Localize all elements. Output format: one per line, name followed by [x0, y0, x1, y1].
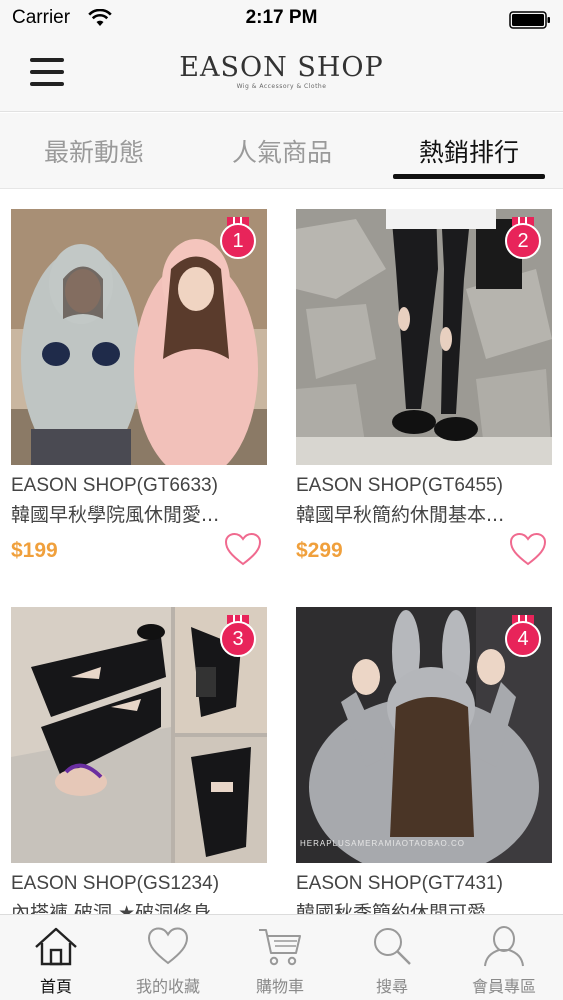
logo-title: EASON SHOP [179, 52, 384, 83]
bottom-tab-home[interactable]: 首頁 [0, 925, 112, 997]
bottom-tab-search[interactable]: 搜尋 [336, 925, 448, 997]
favorite-heart-icon[interactable] [508, 531, 548, 567]
product-card[interactable]: 2 EASON SHOP(GT6455) 韓國早秋簡約休閒基本... $299 [296, 209, 552, 566]
product-code: EASON SHOP(GT6633) [11, 475, 218, 496]
bottom-tab-label: 搜尋 [375, 977, 408, 996]
product-code: EASON SHOP(GS1234) [11, 873, 220, 894]
bottom-tab-favorites[interactable]: 我的收藏 [112, 925, 224, 997]
product-name: 韓國早秋簡約休閒基本... [296, 504, 505, 526]
rank-number: 1 [220, 223, 256, 259]
product-grid: 1 EASON SHOP(GT6633) 韓國早秋學院風休閒愛... $199 [0, 189, 563, 914]
cart-icon [259, 929, 301, 966]
rank-number: 2 [505, 223, 541, 259]
product-card[interactable]: 1 EASON SHOP(GT6633) 韓國早秋學院風休閒愛... $199 [11, 209, 267, 566]
product-image[interactable]: 1 [11, 209, 267, 465]
rank-number: 3 [220, 621, 256, 657]
product-card[interactable]: 3 EASON SHOP(GS1234) 內搭褲 破洞 ★破洞修身 [11, 607, 267, 914]
status-time: 2:17 PM [245, 7, 318, 28]
tab-popular[interactable]: 人氣商品 [188, 133, 376, 169]
tab-latest[interactable]: 最新動態 [0, 133, 188, 169]
product-image[interactable]: 4 HERAPLUSAMERAMIAOTAOBAO.CO [296, 607, 552, 863]
bottom-tab-label: 首頁 [39, 977, 72, 996]
bottom-tab-member[interactable]: 會員專區 [448, 925, 560, 997]
heart-icon [147, 927, 189, 965]
battery-icon [509, 11, 550, 29]
product-code: EASON SHOP(GT6455) [296, 475, 503, 496]
favorite-heart-icon[interactable] [223, 531, 263, 567]
product-card[interactable]: 4 HERAPLUSAMERAMIAOTAOBAO.CO EASON SHOP(… [296, 607, 552, 914]
product-name: 韓國秋季簡約休閒可愛 [296, 902, 487, 914]
search-icon [374, 928, 411, 965]
product-image[interactable]: 3 [11, 607, 267, 863]
logo: EASON SHOP Wig & Accessory & Clothe [0, 52, 563, 90]
bottom-tab-label: 我的收藏 [135, 977, 200, 996]
rank-badge: 4 [504, 615, 542, 659]
active-tab-indicator [393, 174, 545, 179]
category-tabs: 最新動態 人氣商品 熱銷排行 [0, 113, 563, 189]
rank-badge: 1 [219, 217, 257, 261]
home-icon [35, 927, 77, 966]
status-bar: Carrier 2:17 PM [0, 0, 563, 40]
tab-bestsellers[interactable]: 熱銷排行 [375, 133, 563, 169]
image-watermark: HERAPLUSAMERAMIAOTAOBAO.CO [300, 839, 465, 848]
nav-bar: EASON SHOP Wig & Accessory & Clothe [0, 40, 563, 112]
rank-number: 4 [505, 621, 541, 657]
product-code: EASON SHOP(GT7431) [296, 873, 503, 894]
rank-badge: 3 [219, 615, 257, 659]
product-image[interactable]: 2 [296, 209, 552, 465]
logo-subtitle: Wig & Accessory & Clothe [236, 83, 327, 90]
bottom-tab-cart[interactable]: 購物車 [224, 925, 336, 997]
bottom-tab-bar: 首頁 我的收藏 購物車 搜尋 會員專區 [0, 914, 563, 1000]
bottom-tab-label: 購物車 [255, 977, 304, 996]
bottom-tab-label: 會員專區 [471, 977, 536, 996]
user-icon [484, 926, 524, 967]
product-name: 韓國早秋學院風休閒愛... [11, 504, 220, 526]
product-name: 內搭褲 破洞 ★破洞修身 [11, 902, 212, 914]
rank-badge: 2 [504, 217, 542, 261]
